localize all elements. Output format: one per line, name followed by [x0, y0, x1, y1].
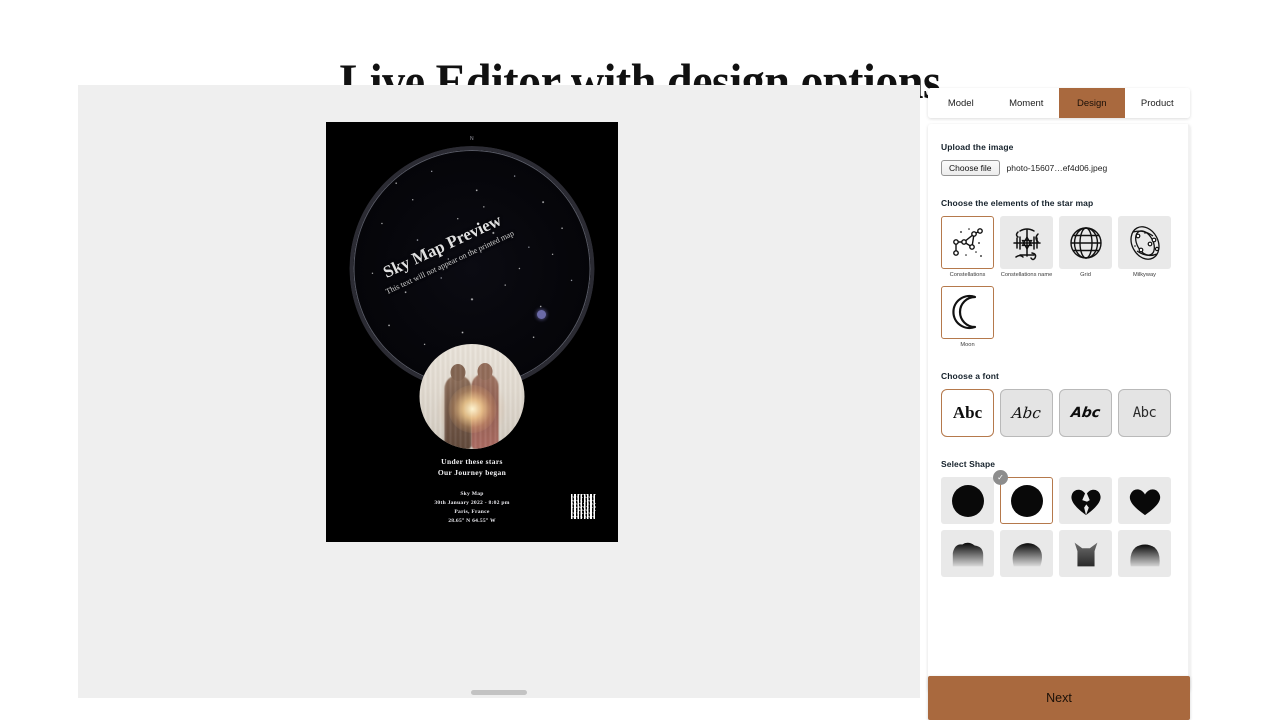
element-option-constellations[interactable]: Constellations	[941, 216, 994, 280]
canvas-horizontal-scrollbar[interactable]	[471, 690, 527, 695]
font-sample-2: Abc	[1011, 404, 1042, 422]
font-sample-4: Abc	[1132, 405, 1157, 421]
circle-textured-icon	[1010, 484, 1043, 517]
broken-heart-icon	[1070, 489, 1101, 515]
milkyway-tile[interactable]	[1118, 216, 1171, 269]
dog-partial-icon	[1129, 544, 1160, 566]
quote-line-1: Under these stars	[441, 457, 503, 466]
constellations-tile[interactable]	[941, 216, 994, 269]
uploaded-file-name: photo-15607…ef4d06.jpeg	[1006, 163, 1108, 173]
next-button[interactable]: Next	[928, 676, 1190, 720]
font-option-script[interactable]: Abc	[1000, 389, 1053, 437]
moon-marker-icon	[537, 310, 546, 319]
constellation-icon	[952, 227, 983, 257]
font-section-title: Choose a font	[941, 371, 999, 381]
font-option-serif-bold[interactable]: Abc	[941, 389, 994, 437]
font-option-handwritten[interactable]: Abc	[1118, 389, 1171, 437]
element-option-grid[interactable]: Grid	[1059, 216, 1112, 280]
poster-quote: Under these stars Our Journey began	[326, 456, 618, 478]
tab-product[interactable]: Product	[1124, 88, 1190, 118]
tab-design[interactable]: Design	[1059, 88, 1125, 118]
font-sample-3: Abc	[1069, 405, 1102, 421]
shape-option-broken-heart[interactable]	[1059, 477, 1112, 524]
poster-preview[interactable]: N Sky Map Preview This text will not app…	[326, 122, 618, 542]
live-editor-screen: Live Editor with design options N Sky Ma…	[0, 0, 1280, 720]
shape-option-heart[interactable]	[1118, 477, 1171, 524]
grid-tile[interactable]	[1059, 216, 1112, 269]
font-option-brush[interactable]: Abc	[1059, 389, 1112, 437]
blob-partial-icon	[1012, 542, 1042, 566]
milkyway-label: Milkyway	[1132, 272, 1157, 278]
moon-crescent-icon	[951, 294, 976, 330]
star-map-elements-grid-row2: Moon	[941, 285, 1177, 350]
shape-option-circle-textured[interactable]: ✓	[993, 470, 1053, 524]
selected-check-badge: ✓	[993, 470, 1008, 485]
elements-section-title: Choose the elements of the star map	[941, 198, 1094, 208]
cat-partial-icon	[1074, 542, 1097, 566]
compass-north-label: N	[469, 136, 475, 142]
grid-globe-icon	[1069, 226, 1102, 259]
quote-line-2: Our Journey began	[437, 468, 507, 477]
zodiac-symbols-icon	[1012, 227, 1041, 260]
element-option-constellations-name[interactable]: Constellations name	[1000, 216, 1053, 280]
heart-icon	[1129, 488, 1160, 515]
panel-scrollbar[interactable]	[1188, 124, 1190, 691]
shape-option-cat-partial[interactable]	[1059, 530, 1112, 577]
font-sample-1: Abc	[952, 403, 983, 422]
poster-canvas[interactable]: N Sky Map Preview This text will not app…	[78, 85, 920, 698]
star-map-elements-grid: Constellations Constellations name Grid …	[941, 216, 1177, 280]
cloud-partial-icon	[952, 542, 983, 566]
shape-option-dog-partial[interactable]	[1118, 530, 1171, 577]
shape-section-title: Select Shape	[941, 459, 996, 469]
shape-option-cloud-partial[interactable]	[941, 530, 994, 577]
qr-code	[571, 494, 596, 519]
file-upload-row: Choose file photo-15607…ef4d06.jpeg	[941, 160, 1177, 176]
grid-label: Grid	[1080, 272, 1091, 278]
constellations-label: Constellations	[949, 272, 986, 278]
shape-options-grid-row2	[941, 530, 1177, 577]
design-panel-body: Upload the image Choose file photo-15607…	[928, 124, 1190, 691]
constellations-name-tile[interactable]	[1000, 216, 1053, 269]
photo-lens-flare	[448, 385, 496, 434]
uploaded-photo	[419, 344, 525, 449]
shape-option-circle-solid[interactable]	[941, 477, 994, 524]
shape-option-blob-partial[interactable]	[1000, 530, 1053, 577]
shape-options-grid: ✓	[941, 470, 1177, 524]
moon-tile[interactable]	[941, 285, 994, 339]
galaxy-icon	[1129, 225, 1160, 260]
tab-model[interactable]: Model	[928, 88, 994, 118]
moon-label: Moon	[960, 341, 975, 348]
element-option-milkyway[interactable]: Milkyway	[1118, 216, 1171, 280]
choose-file-button[interactable]: Choose file	[941, 160, 1000, 176]
constellations-name-label: Constellations name	[1000, 272, 1053, 278]
tab-moment[interactable]: Moment	[993, 88, 1059, 118]
design-options-panel: Model Moment Design Product Upload the i…	[928, 88, 1190, 720]
circle-solid-icon	[951, 484, 984, 517]
upload-section-title: Upload the image	[941, 142, 1014, 152]
element-option-moon[interactable]: Moon	[941, 285, 994, 350]
editor-tabs: Model Moment Design Product	[928, 88, 1190, 118]
font-options-grid: Abc Abc Abc Abc	[941, 389, 1177, 437]
